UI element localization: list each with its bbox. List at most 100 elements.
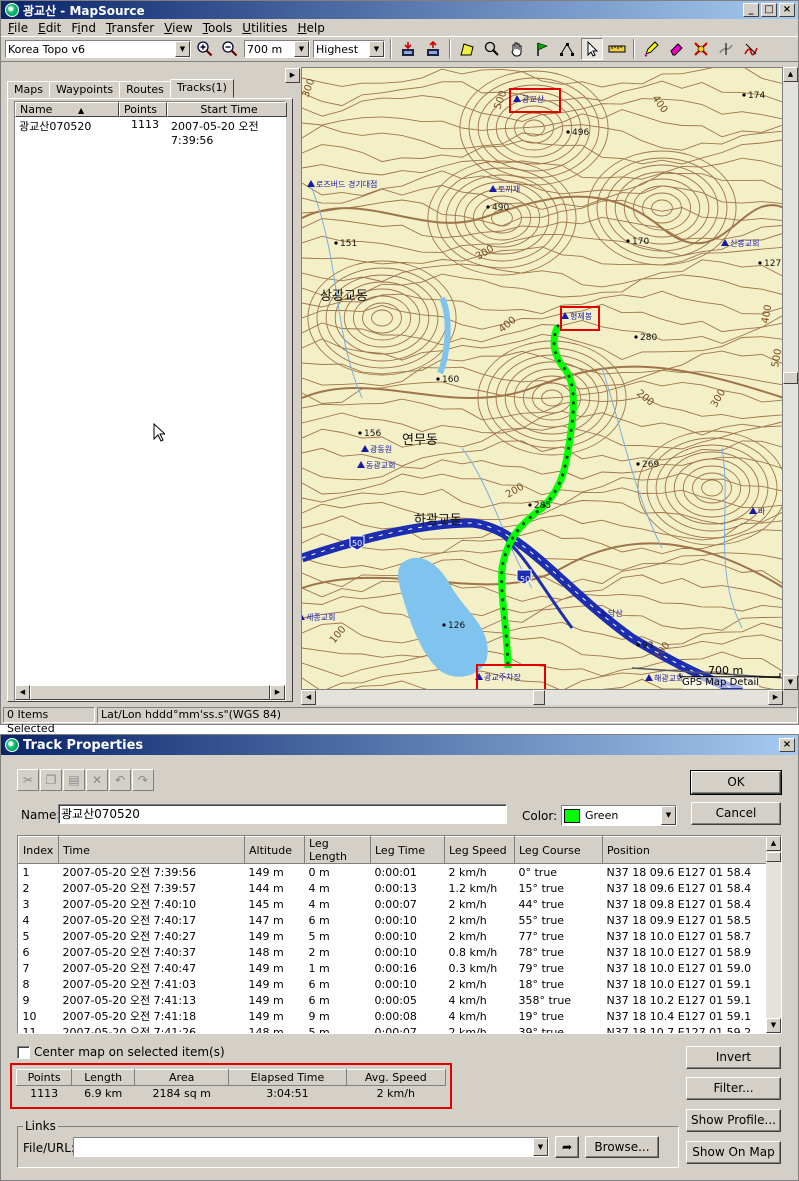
- table-row[interactable]: 8 2007-05-20 오전 7:41:03 149 m 6 m 0:00:10 2 k…: [19, 976, 767, 992]
- points-scroll-thumb[interactable]: [766, 852, 781, 862]
- scroll-down-arrow-icon[interactable]: ▼: [783, 675, 798, 690]
- menu-help[interactable]: Help: [292, 21, 329, 35]
- points-col-header[interactable]: Leg Course: [514, 836, 603, 864]
- copy-icon[interactable]: ❐: [40, 769, 62, 791]
- chevron-down-icon[interactable]: ▼: [661, 806, 676, 825]
- table-row[interactable]: 3 2007-05-20 오전 7:40:10 145 m 4 m 0:00:07 2 k…: [19, 896, 767, 912]
- list-horizontal-scrollbar[interactable]: ◀ ▶: [15, 685, 285, 700]
- scroll-right-arrow-icon[interactable]: ▶: [768, 690, 783, 705]
- map-view[interactable]: 광교산 496 토끼재 490 로즈버드 경기대점 151 상광교동 형제봉 170 신봉교회 17…: [301, 67, 783, 690]
- paste-icon[interactable]: ▤: [63, 769, 85, 791]
- map-label[interactable]: 로즈버드 경기대점: [316, 179, 377, 189]
- col-header-name[interactable]: Name ▲: [15, 102, 119, 117]
- map-label[interactable]: 동광교회: [366, 460, 395, 470]
- center-map-option[interactable]: Center map on selected item(s): [17, 1045, 225, 1059]
- tab-waypoints[interactable]: Waypoints: [48, 81, 121, 98]
- chevron-down-icon[interactable]: ▼: [533, 1138, 548, 1156]
- table-row[interactable]: 7 2007-05-20 오전 7:40:47 149 m 1 m 0:00:16 0.3…: [19, 960, 767, 976]
- map-label[interactable]: 151: [340, 239, 357, 249]
- close-button[interactable]: ×: [779, 3, 795, 17]
- main-title-bar[interactable]: 광교산 - MapSource _ □ ×: [1, 1, 798, 19]
- delete-track-icon[interactable]: [690, 38, 712, 60]
- col-header-points[interactable]: Points: [119, 102, 167, 117]
- map-label[interactable]: 신봉교회: [730, 239, 759, 248]
- tracks-list[interactable]: Name ▲ Points Start Time 광교산070520 1113 …: [14, 101, 287, 701]
- zoom-in-icon[interactable]: [194, 38, 216, 60]
- map-tool-icon[interactable]: [456, 38, 478, 60]
- route-tool-icon[interactable]: [556, 38, 578, 60]
- redo-icon[interactable]: ↷: [132, 769, 154, 791]
- map-label[interactable]: 50: [352, 539, 362, 548]
- selection-arrow-icon[interactable]: [581, 38, 603, 60]
- map-label[interactable]: 126: [448, 621, 465, 631]
- map-label[interactable]: 269: [642, 460, 659, 470]
- map-label[interactable]: 형제봉: [570, 312, 592, 321]
- detail-level-select[interactable]: Highest ▼: [313, 40, 385, 58]
- table-row[interactable]: 9 2007-05-20 오전 7:41:13 149 m 6 m 0:00:05 4 k…: [19, 992, 767, 1008]
- map-label[interactable]: 496: [572, 128, 589, 138]
- browse-button[interactable]: Browse...: [585, 1136, 659, 1158]
- map-label[interactable]: 연무동: [402, 433, 438, 448]
- map-vertical-scrollbar[interactable]: ▲ ▼: [783, 67, 798, 690]
- filter-button[interactable]: Filter...: [686, 1077, 781, 1100]
- table-row[interactable]: 11 2007-05-20 오전 7:41:26 148 m 5 m 0:00:07 2 …: [19, 1024, 767, 1034]
- waypoint-flag-icon[interactable]: [531, 38, 553, 60]
- map-label[interactable]: 광교주차장: [484, 672, 521, 682]
- zoom-out-icon[interactable]: [219, 38, 241, 60]
- map-vscroll-thumb[interactable]: [783, 372, 798, 384]
- points-col-header[interactable]: Leg Speed: [444, 836, 515, 864]
- track-points-table[interactable]: Index Time Altitude Leg Length Leg Time Leg S…: [17, 835, 782, 1034]
- map-label[interactable]: 해광교회: [654, 673, 683, 683]
- points-col-header[interactable]: Index: [18, 836, 59, 864]
- track-color-select[interactable]: Green ▼: [561, 805, 677, 826]
- receive-from-device-icon[interactable]: [397, 38, 419, 60]
- cancel-button[interactable]: Cancel: [691, 802, 781, 825]
- center-map-checkbox[interactable]: [17, 1045, 30, 1059]
- invert-button[interactable]: Invert: [686, 1046, 781, 1069]
- minimize-button[interactable]: _: [743, 3, 759, 17]
- menu-transfer[interactable]: Transfer: [101, 21, 159, 35]
- menu-utilities[interactable]: Utilities: [237, 21, 292, 35]
- table-row[interactable]: 10 2007-05-20 오전 7:41:18 149 m 9 m 0:00:08 4 …: [19, 1008, 767, 1024]
- scroll-up-arrow-icon[interactable]: ▲: [783, 67, 798, 82]
- map-label[interactable]: 280: [640, 333, 657, 343]
- map-label[interactable]: 세종교회: [306, 613, 335, 622]
- eraser-icon[interactable]: [665, 38, 687, 60]
- menu-tools[interactable]: Tools: [198, 21, 238, 35]
- cut-icon[interactable]: ✂: [17, 769, 39, 791]
- map-label[interactable]: 174: [748, 91, 765, 101]
- map-label[interactable]: 127: [764, 259, 781, 269]
- map-label[interactable]: 광교산: [522, 94, 545, 104]
- undo-icon[interactable]: ↶: [109, 769, 131, 791]
- points-col-header[interactable]: Leg Time: [370, 836, 445, 864]
- table-row[interactable]: 1 2007-05-20 오전 7:39:56 149 m 0 m 0:00:01 2 k…: [19, 864, 767, 881]
- dialog-title-bar[interactable]: Track Properties ×: [1, 735, 798, 755]
- track-name-field[interactable]: 광교산070520: [58, 804, 507, 824]
- table-row[interactable]: 4 2007-05-20 오전 7:40:17 147 m 6 m 0:00:10 2 k…: [19, 912, 767, 928]
- points-col-header[interactable]: Leg Length: [304, 836, 371, 864]
- show-on-map-button[interactable]: Show On Map: [686, 1141, 781, 1164]
- map-label[interactable]: 156: [364, 429, 381, 439]
- map-label[interactable]: 당산: [608, 608, 623, 618]
- open-link-arrow-icon[interactable]: ➦: [555, 1136, 579, 1158]
- tab-routes[interactable]: Routes: [119, 81, 171, 98]
- delete-icon[interactable]: ✕: [86, 769, 108, 791]
- map-label[interactable]: 285: [534, 501, 551, 511]
- map-label[interactable]: 160: [442, 375, 459, 385]
- tab-tracks[interactable]: Tracks(1): [169, 79, 234, 98]
- map-label[interactable]: 170: [632, 237, 649, 247]
- file-url-select[interactable]: ▼: [73, 1137, 549, 1157]
- track-list-row[interactable]: 광교산070520 1113 2007-05-20 오전 7:39:56: [15, 118, 287, 147]
- map-label[interactable]: 바: [758, 506, 766, 516]
- tab-maps[interactable]: Maps: [7, 81, 50, 98]
- distance-ruler-icon[interactable]: [606, 38, 628, 60]
- chevron-down-icon[interactable]: ▼: [294, 41, 309, 57]
- points-col-header[interactable]: Altitude: [244, 836, 305, 864]
- map-label[interactable]: 하광교동: [414, 513, 462, 528]
- divide-track-icon[interactable]: [715, 38, 737, 60]
- chevron-down-icon[interactable]: ▼: [175, 41, 190, 57]
- table-row[interactable]: 5 2007-05-20 오전 7:40:27 149 m 5 m 0:00:10 2 k…: [19, 928, 767, 944]
- scroll-left-arrow-icon[interactable]: ◀: [15, 685, 30, 700]
- send-to-device-icon[interactable]: [422, 38, 444, 60]
- show-profile-button[interactable]: Show Profile...: [686, 1109, 781, 1132]
